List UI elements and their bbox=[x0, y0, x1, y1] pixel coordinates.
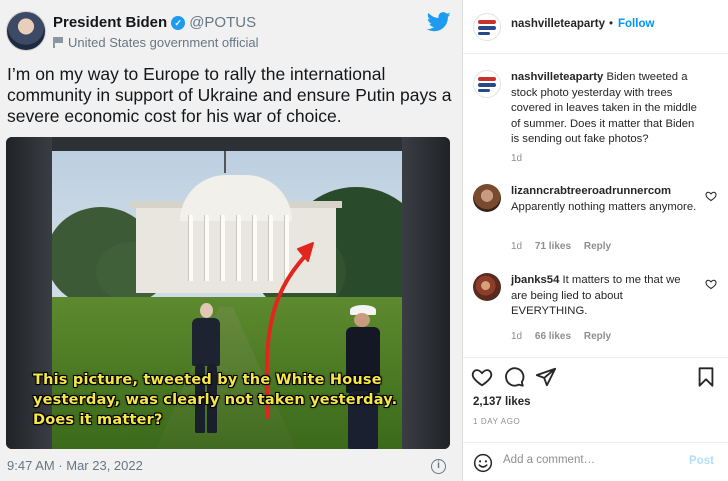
reply-button[interactable]: Reply bbox=[584, 331, 611, 342]
post-time-ago: 1 DAY AGO bbox=[473, 417, 521, 426]
follow-button[interactable]: Follow bbox=[618, 18, 654, 30]
comment-avatar[interactable] bbox=[473, 184, 501, 212]
separator-dot: • bbox=[609, 18, 614, 30]
post-comment-button[interactable]: Post bbox=[689, 455, 714, 467]
comment-meta: 1d 71 likes Reply bbox=[511, 241, 621, 252]
comment-username[interactable]: jbanks54 bbox=[511, 274, 559, 286]
tweet-text: I’m on my way to Europe to rally the int… bbox=[7, 64, 452, 126]
tweet-author-handle: @POTUS bbox=[189, 14, 257, 31]
photo-caption-line: Does it matter? bbox=[33, 412, 163, 428]
tweet-timestamp: 9:47 AM · Mar 23, 2022 bbox=[7, 458, 143, 473]
caption-avatar[interactable] bbox=[473, 70, 501, 98]
add-comment-input[interactable] bbox=[503, 454, 683, 466]
comment-age[interactable]: 1d bbox=[511, 331, 522, 342]
comment-likes[interactable]: 66 likes bbox=[535, 331, 571, 342]
comment-text-block: lizanncrabtreeroadrunnercom Apparently n… bbox=[511, 184, 699, 215]
tweet-photo: This picture, tweeted by the White House… bbox=[6, 137, 450, 449]
tweet-screenshot: President Biden ✓ @POTUS United States gov… bbox=[0, 0, 462, 481]
comment-age[interactable]: 1d bbox=[511, 241, 522, 252]
info-icon: i bbox=[431, 459, 446, 474]
photo-caption: This picture, tweeted by the White House… bbox=[33, 370, 413, 430]
comment-avatar[interactable] bbox=[473, 273, 501, 301]
tweet-author-name: President Biden bbox=[53, 14, 168, 31]
caption-meta: 1d bbox=[511, 153, 532, 164]
tweet-affiliation-label: United States government official bbox=[68, 35, 259, 50]
post-header: nashvilleteaparty • Follow bbox=[463, 0, 728, 54]
instagram-post-panel: nashvilleteaparty • Follow nashvilleteap… bbox=[462, 0, 728, 481]
tweet-author-line: President Biden ✓ @POTUS bbox=[53, 14, 256, 31]
comment-likes[interactable]: 71 likes bbox=[535, 241, 571, 252]
share-paper-plane-icon[interactable] bbox=[535, 366, 557, 388]
comment-text: Apparently nothing matters anymore. bbox=[511, 200, 697, 213]
likes-count[interactable]: 2,137 likes bbox=[473, 396, 531, 408]
comment-bubble-icon[interactable] bbox=[503, 366, 525, 388]
bookmark-icon[interactable] bbox=[695, 366, 717, 388]
twitter-bird-icon bbox=[427, 12, 451, 32]
emoji-smiley-icon[interactable] bbox=[473, 453, 493, 473]
like-heart-icon[interactable] bbox=[471, 366, 493, 388]
caption-age[interactable]: 1d bbox=[511, 153, 522, 164]
heart-icon[interactable] bbox=[705, 190, 717, 202]
comment-username[interactable]: lizanncrabtreeroadrunnercom bbox=[511, 185, 671, 197]
comment-meta: 1d 66 likes Reply bbox=[511, 331, 621, 342]
comment-text-block: jbanks54 It matters to me that we are be… bbox=[511, 273, 699, 320]
post-username[interactable]: nashvilleteaparty bbox=[511, 18, 605, 30]
flag-icon bbox=[53, 37, 63, 48]
caption-text-block: nashvilleteaparty Biden tweeted a stock … bbox=[511, 70, 699, 148]
tweet-author-avatar bbox=[6, 11, 46, 51]
tweet-affiliation: United States government official bbox=[53, 35, 259, 50]
add-comment-bar: Post bbox=[463, 442, 728, 481]
photo-caption-line: This picture, tweeted by the White House bbox=[33, 372, 382, 388]
photo-caption-line: yesterday, was clearly not taken yesterd… bbox=[33, 392, 398, 408]
caption-username[interactable]: nashvilleteaparty bbox=[511, 71, 603, 83]
heart-icon[interactable] bbox=[705, 278, 717, 290]
verified-badge-icon: ✓ bbox=[171, 16, 186, 30]
post-action-bar bbox=[463, 357, 728, 393]
reply-button[interactable]: Reply bbox=[584, 241, 611, 252]
profile-avatar[interactable] bbox=[473, 13, 501, 41]
